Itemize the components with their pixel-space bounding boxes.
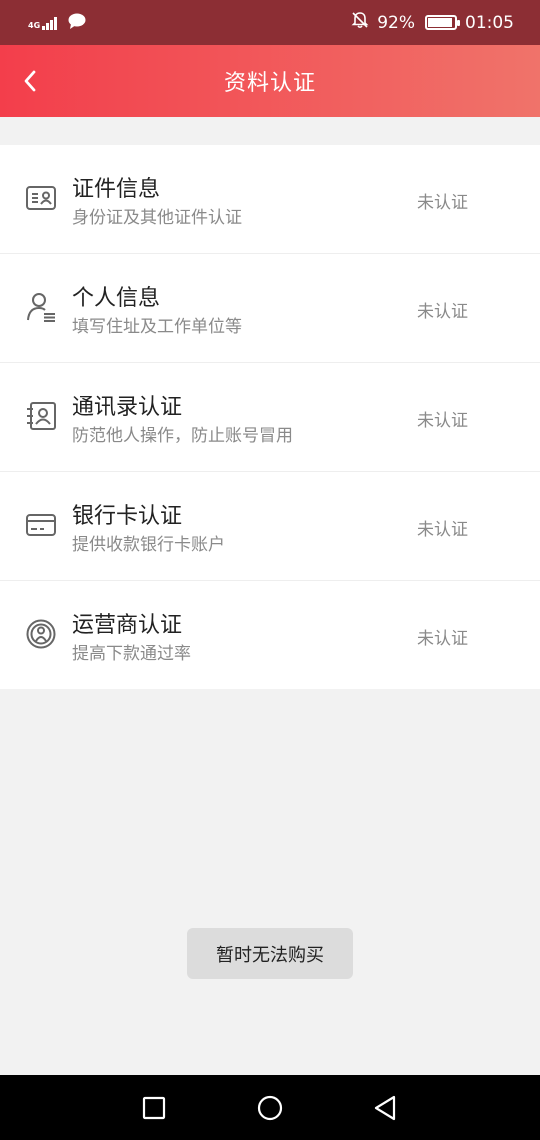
list-item-contacts[interactable]: 通讯录认证 防范他人操作，防止账号冒用 未认证 [0, 363, 540, 472]
verification-list: 证件信息 身份证及其他证件认证 未认证 个人信息 填写住址及工作单位等 未认证 … [0, 145, 540, 689]
item-title: 个人信息 [72, 286, 161, 311]
item-status: 未认证 [417, 302, 468, 322]
item-title: 运营商认证 [72, 613, 183, 638]
toast-message: 暂时无法购买 [187, 928, 353, 979]
item-status: 未认证 [417, 520, 468, 540]
battery-percent: 92% [377, 12, 415, 33]
item-subtitle: 防范他人操作，防止账号冒用 [72, 426, 293, 446]
battery-icon [425, 15, 460, 30]
contacts-icon [27, 402, 56, 430]
item-title: 通讯录认证 [72, 395, 183, 420]
carrier-icon [26, 619, 56, 649]
item-subtitle: 提供收款银行卡账户 [72, 535, 225, 555]
home-icon[interactable] [255, 1093, 285, 1123]
item-status: 未认证 [417, 193, 468, 213]
back-button[interactable] [12, 63, 48, 99]
person-icon [27, 293, 55, 322]
item-title: 银行卡认证 [72, 504, 183, 529]
mute-bell-icon [351, 11, 369, 34]
recent-apps-icon[interactable] [139, 1093, 169, 1123]
item-subtitle: 身份证及其他证件认证 [72, 208, 242, 228]
chat-bubble-icon [68, 13, 86, 33]
list-item-bank-card[interactable]: 银行卡认证 提供收款银行卡账户 未认证 [0, 472, 540, 581]
list-item-id-info[interactable]: 证件信息 身份证及其他证件认证 未认证 [0, 145, 540, 254]
clock: 01:05 [465, 12, 514, 33]
status-left: 4G [28, 13, 86, 33]
app-header: 资料认证 [0, 45, 540, 117]
battery-level [428, 18, 452, 27]
list-item-carrier[interactable]: 运营商认证 提高下款通过率 未认证 [0, 581, 540, 689]
item-title: 证件信息 [72, 177, 161, 202]
item-status: 未认证 [417, 411, 468, 431]
page-title: 资料认证 [223, 71, 316, 96]
network-type: 4G [28, 20, 41, 30]
chevron-left-icon [24, 70, 36, 92]
item-subtitle: 提高下款通过率 [72, 644, 191, 664]
status-bar: 4G 92% 01:05 [0, 0, 540, 45]
back-icon[interactable] [370, 1093, 400, 1123]
list-item-personal-info[interactable]: 个人信息 填写住址及工作单位等 未认证 [0, 254, 540, 363]
status-right: 92% 01:05 [351, 11, 514, 34]
item-status: 未认证 [417, 629, 468, 649]
signal-icon: 4G [28, 16, 62, 30]
system-nav-bar [0, 1075, 540, 1140]
item-subtitle: 填写住址及工作单位等 [72, 317, 242, 337]
bank-card-icon [26, 514, 56, 536]
id-card-icon [26, 186, 56, 210]
